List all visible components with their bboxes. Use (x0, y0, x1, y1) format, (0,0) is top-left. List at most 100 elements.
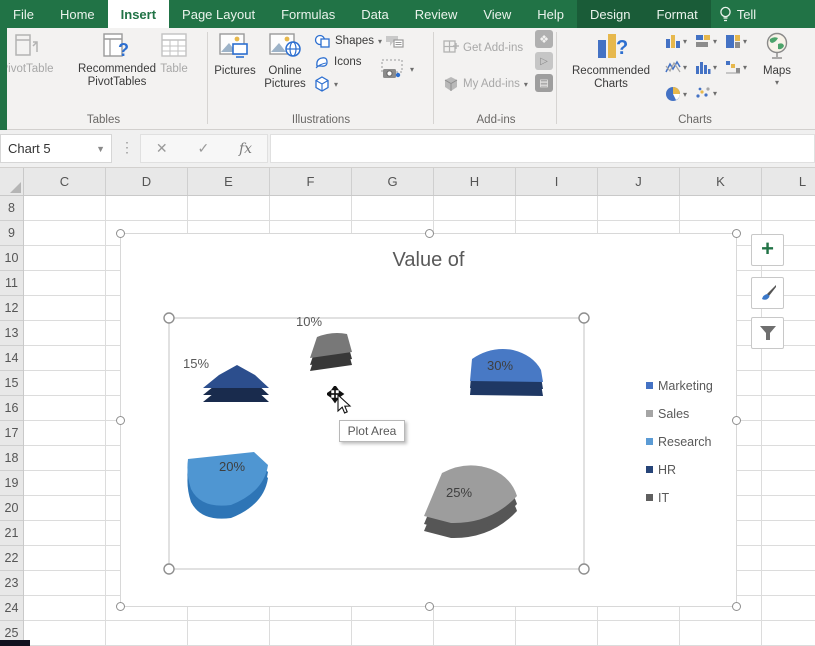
tab-file[interactable]: File (0, 0, 47, 28)
insert-pie-chart-button[interactable]: ▾ (665, 86, 687, 102)
row-header[interactable]: 8 (0, 196, 23, 221)
pie-slice-it[interactable] (310, 333, 352, 371)
chart-handle-br[interactable] (732, 602, 741, 611)
data-label-20[interactable]: 20% (219, 459, 245, 474)
column-header-k[interactable]: K (680, 168, 762, 195)
chart-handle-bl[interactable] (116, 602, 125, 611)
row-header[interactable]: 15 (0, 371, 23, 396)
formula-bar-drag-handle[interactable]: ⋮ (120, 139, 134, 156)
column-header-d[interactable]: D (106, 168, 188, 195)
tab-view[interactable]: View (470, 0, 524, 28)
column-header-l[interactable]: L (762, 168, 815, 195)
row-header[interactable]: 18 (0, 446, 23, 471)
row-header[interactable]: 22 (0, 546, 23, 571)
pivotchart-button-partial[interactable]: P (805, 32, 815, 77)
row-header[interactable]: 13 (0, 321, 23, 346)
insert-waterfall-chart-button[interactable]: ▾ (725, 60, 747, 74)
chart-legend[interactable]: Marketing Sales Research HR IT (646, 379, 713, 505)
screenshot-button[interactable]: ▾ (380, 58, 414, 80)
column-header-j[interactable]: J (598, 168, 680, 195)
chart-styles-button[interactable] (751, 277, 784, 309)
addin-play-icon[interactable]: ▷ (535, 52, 553, 70)
chart-filters-button[interactable] (751, 317, 784, 349)
my-addins-button[interactable]: My Add-ins ▾ (443, 76, 528, 92)
shapes-button[interactable]: Shapes▾ (314, 34, 382, 48)
recommended-pivottables-icon: ? (102, 32, 132, 60)
tab-tell-me[interactable]: Tell (711, 0, 765, 28)
3d-models-button[interactable]: ▾ (314, 76, 338, 92)
chart-handle-mr[interactable] (732, 416, 741, 425)
line-chart-icon (665, 60, 681, 74)
tab-review[interactable]: Review (402, 0, 471, 28)
enter-icon[interactable]: ✓ (197, 140, 209, 157)
formula-input[interactable] (270, 134, 815, 163)
insert-function-icon[interactable]: fx (239, 141, 252, 157)
insert-column-chart-button[interactable]: ▾ (665, 34, 687, 48)
insert-scatter-chart-button[interactable]: ▾ (695, 86, 717, 100)
insert-hierarchy-chart-button[interactable]: ▾ (725, 34, 747, 48)
chart-handle-tr[interactable] (732, 229, 741, 238)
addin-people-graph-icon[interactable]: ▤ (535, 74, 553, 92)
row-header[interactable]: 16 (0, 396, 23, 421)
chart-handle-tm[interactable] (425, 229, 434, 238)
insert-line-chart-button[interactable]: ▾ (665, 60, 687, 74)
table-button[interactable]: Table (146, 32, 202, 76)
pictures-button[interactable]: Pictures (212, 32, 258, 78)
plot-area-handle-br[interactable] (579, 564, 589, 574)
plot-area-handle-bl[interactable] (164, 564, 174, 574)
row-header[interactable]: 11 (0, 271, 23, 296)
tab-home[interactable]: Home (47, 0, 108, 28)
pie-slice-sales[interactable] (424, 465, 517, 538)
recommended-charts-button[interactable]: ? Recommended Charts (559, 32, 663, 91)
column-header-i[interactable]: I (516, 168, 598, 195)
chart-handle-tl[interactable] (116, 229, 125, 238)
data-label-10[interactable]: 10% (296, 314, 322, 329)
cancel-icon[interactable]: ✕ (156, 140, 168, 157)
online-pictures-button[interactable]: Online Pictures (260, 32, 310, 91)
column-header-e[interactable]: E (188, 168, 270, 195)
select-all-corner[interactable] (0, 168, 24, 196)
name-box[interactable]: Chart 5 ▼ (0, 134, 112, 163)
maps-button[interactable]: Maps ▾ (753, 32, 801, 87)
chart-handle-bm[interactable] (425, 602, 434, 611)
column-header-g[interactable]: G (352, 168, 434, 195)
chart-object[interactable]: Value of (120, 233, 737, 607)
icons-button[interactable]: Icons (314, 55, 362, 69)
row-header[interactable]: 14 (0, 346, 23, 371)
row-header[interactable]: 10 (0, 246, 23, 271)
insert-statistic-chart-button[interactable]: ▾ (695, 60, 717, 74)
column-header-c[interactable]: C (24, 168, 106, 195)
tab-help[interactable]: Help (524, 0, 577, 28)
pie-chart-canvas: 10% 15% 30% 20% 25% Marketing Sales Rese… (121, 234, 738, 608)
chart-handle-ml[interactable] (116, 416, 125, 425)
plot-area-handle-tl[interactable] (164, 313, 174, 323)
row-header[interactable]: 19 (0, 471, 23, 496)
row-header[interactable]: 21 (0, 521, 23, 546)
row-header[interactable]: 24 (0, 596, 23, 621)
tab-formulas[interactable]: Formulas (268, 0, 348, 28)
row-header[interactable]: 17 (0, 421, 23, 446)
row-header[interactable]: 9 (0, 221, 23, 246)
chart-elements-button[interactable]: + (751, 234, 784, 266)
row-header[interactable]: 23 (0, 571, 23, 596)
insert-bar-chart-button[interactable]: ▾ (695, 34, 717, 48)
column-header-f[interactable]: F (270, 168, 352, 195)
tab-design[interactable]: Design (577, 0, 643, 28)
get-addins-button[interactable]: Get Add-ins (443, 40, 523, 56)
pie-slice-hr[interactable] (203, 365, 269, 402)
smartart-button[interactable] (384, 34, 404, 50)
tab-page-layout[interactable]: Page Layout (169, 0, 268, 28)
tab-format[interactable]: Format (644, 0, 711, 28)
data-label-30[interactable]: 30% (487, 358, 513, 373)
data-label-15[interactable]: 15% (183, 356, 209, 371)
name-box-dropdown-icon[interactable]: ▼ (96, 144, 105, 154)
pivottable-button[interactable]: PivotTable (0, 32, 70, 76)
tab-data[interactable]: Data (348, 0, 401, 28)
data-label-25[interactable]: 25% (446, 485, 472, 500)
column-header-h[interactable]: H (434, 168, 516, 195)
row-header[interactable]: 12 (0, 296, 23, 321)
addin-store-icon[interactable]: ❖ (535, 30, 553, 48)
tab-insert[interactable]: Insert (108, 0, 169, 28)
plot-area-handle-tr[interactable] (579, 313, 589, 323)
row-header[interactable]: 20 (0, 496, 23, 521)
